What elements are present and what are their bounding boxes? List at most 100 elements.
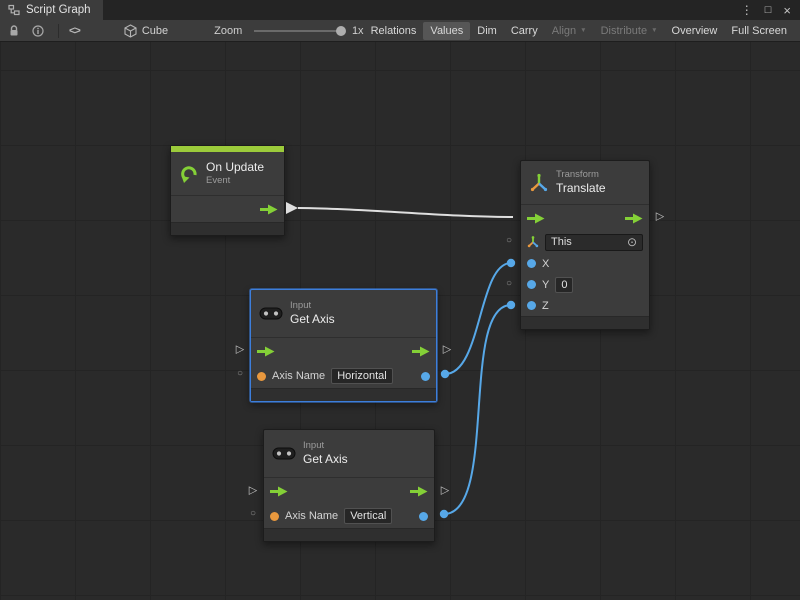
node-header: Input Get Axis [251, 290, 436, 338]
axis-name-row: Axis Name Vertical [264, 504, 434, 528]
wire-endpoint[interactable] [507, 301, 515, 309]
target-port-row: This ⊙ [521, 231, 649, 253]
carry-button[interactable]: Carry [504, 22, 545, 40]
script-graph-icon [8, 4, 20, 16]
info-icon[interactable] [32, 25, 44, 37]
axis-name-field[interactable]: Horizontal [331, 368, 393, 384]
axis-name-field[interactable]: Vertical [344, 508, 392, 524]
gamepad-icon [259, 306, 283, 321]
overview-button[interactable]: Overview [665, 22, 725, 40]
external-flow-output-marker[interactable]: ▷ [441, 486, 449, 497]
chevron-down-icon: ▼ [580, 27, 586, 34]
flow-output-port[interactable] [260, 204, 278, 215]
node-footer [264, 528, 434, 541]
node-footer [521, 316, 649, 329]
transform-mini-icon [527, 236, 539, 248]
toolbar-divider [58, 24, 59, 38]
gamepad-icon [272, 446, 296, 461]
maximize-icon[interactable]: □ [765, 5, 772, 16]
node-header: Transform Translate [521, 161, 649, 205]
wire-endpoint[interactable] [440, 510, 448, 518]
node-title: Get Axis [290, 312, 335, 327]
graph-canvas[interactable]: On Update Event [0, 42, 800, 600]
graph-object-name: Cube [142, 25, 168, 37]
z-port-row: Z [521, 295, 649, 316]
flow-port-row [521, 205, 649, 231]
values-button[interactable]: Values [423, 22, 470, 40]
flow-wire-on-update-to-translate[interactable] [298, 208, 513, 217]
y-value-field[interactable]: 0 [555, 277, 573, 293]
node-on-update[interactable]: On Update Event [170, 145, 285, 236]
axis-name-port[interactable] [270, 512, 279, 521]
node-get-axis-vertical[interactable]: Input Get Axis Axis Name Vertical [263, 429, 435, 542]
flow-output-port[interactable] [410, 486, 428, 497]
title-bar: Script Graph ⋮ □ × [0, 0, 800, 20]
external-value-input-marker[interactable]: ○ [237, 369, 243, 379]
node-footer [251, 388, 436, 401]
axis-name-row: Axis Name Horizontal [251, 364, 436, 388]
relations-button[interactable]: Relations [364, 22, 424, 40]
node-title: On Update [206, 160, 264, 175]
external-target-input-marker[interactable]: ○ [506, 236, 512, 246]
transform-icon [529, 173, 549, 193]
axis-value-output-port[interactable] [419, 512, 428, 521]
axis-name-label: Axis Name [272, 370, 325, 382]
y-port-label: Y [542, 279, 549, 291]
tab-label: Script Graph [26, 4, 91, 16]
flow-input-port[interactable] [527, 213, 545, 224]
distribute-dropdown[interactable]: Distribute▼ [594, 22, 665, 40]
code-view-icon[interactable]: <> [69, 25, 80, 37]
chevron-down-icon: ▼ [651, 27, 657, 34]
node-footer [171, 222, 284, 235]
x-value-port[interactable] [527, 259, 536, 268]
external-value-input-marker[interactable]: ○ [250, 509, 256, 519]
align-dropdown[interactable]: Align▼ [545, 22, 594, 40]
kebab-menu-icon[interactable]: ⋮ [741, 4, 753, 16]
external-flow-output-marker[interactable]: ▷ [443, 345, 451, 356]
close-icon[interactable]: × [783, 4, 791, 17]
flow-port-row [171, 196, 284, 222]
external-flow-output-marker[interactable]: ▷ [656, 212, 664, 223]
external-y-input-marker[interactable]: ○ [506, 279, 512, 289]
y-port-row: Y 0 [521, 274, 649, 295]
flow-port-row [251, 338, 436, 364]
script-graph-window: Script Graph ⋮ □ × <> [0, 0, 800, 600]
node-title: Translate [556, 181, 606, 196]
tab-script-graph[interactable]: Script Graph [0, 0, 103, 20]
flow-wire-source-arrow[interactable] [286, 202, 298, 214]
zoom-slider-handle[interactable] [336, 26, 346, 36]
object-picker-icon[interactable]: ⊙ [627, 236, 637, 248]
axis-name-port[interactable] [257, 372, 266, 381]
value-wire-horizontal-to-x[interactable] [445, 263, 511, 374]
value-wire-vertical-to-z[interactable] [444, 305, 511, 514]
dim-button[interactable]: Dim [470, 22, 504, 40]
x-port-row: X [521, 253, 649, 274]
axis-name-label: Axis Name [285, 510, 338, 522]
graph-toolbar: <> Cube Zoom 1x Relations Values Dim Car… [0, 20, 800, 42]
flow-output-port[interactable] [625, 213, 643, 224]
y-value-port[interactable] [527, 280, 536, 289]
node-subtitle: Input [290, 300, 335, 312]
z-value-port[interactable] [527, 301, 536, 310]
x-port-label: X [542, 258, 549, 270]
node-subtitle: Event [206, 175, 264, 187]
external-flow-input-marker[interactable]: ▷ [249, 486, 257, 497]
flow-input-port[interactable] [270, 486, 288, 497]
external-flow-input-marker[interactable]: ▷ [236, 345, 244, 356]
target-object-picker[interactable]: This ⊙ [545, 234, 643, 251]
full-screen-button[interactable]: Full Screen [724, 22, 794, 40]
update-event-icon [179, 164, 199, 184]
lock-icon[interactable] [8, 25, 20, 37]
flow-input-port[interactable] [257, 346, 275, 357]
wire-endpoint[interactable] [441, 370, 449, 378]
wire-endpoint[interactable] [507, 259, 515, 267]
cube-icon [124, 24, 137, 38]
zoom-label: Zoom [214, 25, 242, 37]
node-header: On Update Event [171, 152, 284, 196]
zoom-slider[interactable] [254, 30, 342, 32]
toolbar-buttons: Relations Values Dim Carry Align▼ Distri… [364, 20, 794, 42]
axis-value-output-port[interactable] [421, 372, 430, 381]
node-get-axis-horizontal[interactable]: Input Get Axis Axis Name Horizontal [250, 289, 437, 402]
flow-output-port[interactable] [412, 346, 430, 357]
node-translate[interactable]: Transform Translate [520, 160, 650, 330]
